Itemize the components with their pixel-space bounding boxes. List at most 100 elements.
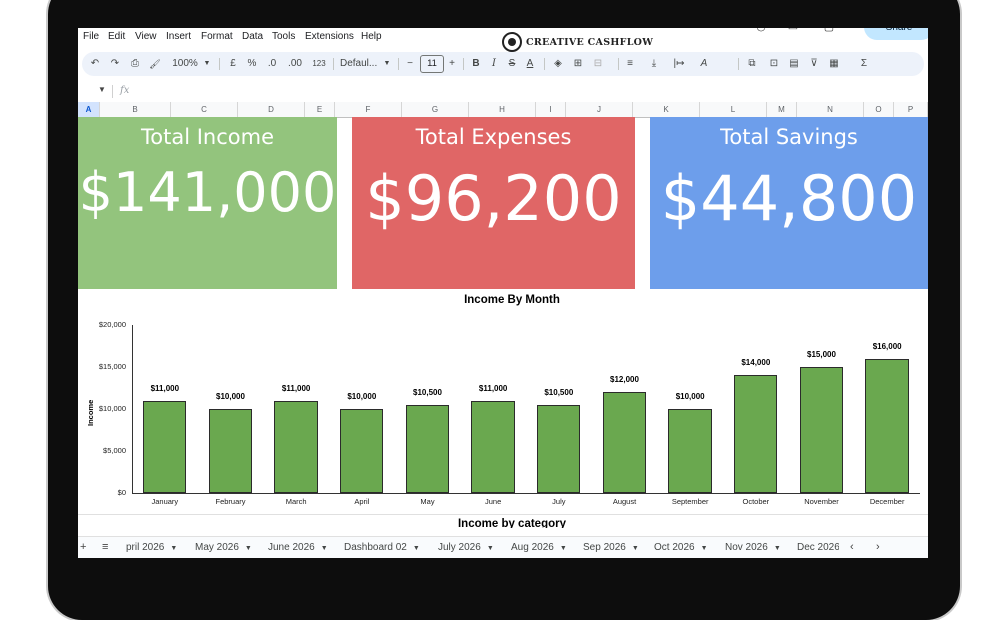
print-icon[interactable]: ⎙ [128,56,142,72]
chart-bar[interactable] [602,392,647,493]
meet-icon[interactable]: ▢ [822,28,836,34]
column-header-b[interactable]: B [100,102,171,117]
decrease-font-size-icon[interactable]: − [404,56,416,72]
column-header-o[interactable]: O [864,102,894,117]
x-axis-tick-label: May [420,497,435,506]
font-family-select[interactable]: Defaul... [340,56,382,72]
sheet-tab-dashboard-02[interactable]: Dashboard 02 ▼ [344,542,420,553]
sheet-tab-june-2026[interactable]: June 2026 ▼ [268,542,328,553]
menu-insert[interactable]: Insert [166,31,191,42]
menu-view[interactable]: View [135,31,157,42]
scroll-tabs-right-icon[interactable]: › [876,541,880,553]
horizontal-align-icon[interactable]: ≡ [624,56,636,72]
insert-chart-icon[interactable]: ▤ [788,56,800,72]
total-expenses-card[interactable]: Total Expenses $96,200 [352,117,635,289]
column-header-j[interactable]: J [566,102,633,117]
column-header-e[interactable]: E [305,102,335,117]
chart-bar[interactable] [405,404,450,493]
chart-bar[interactable] [340,409,384,493]
sheet-tab-sep-2026[interactable]: Sep 2026 ▼ [583,542,639,553]
menu-format[interactable]: Format [201,31,233,42]
zoom-chevron-down-icon[interactable]: ▼ [202,56,212,72]
undo-icon[interactable]: ↶ [88,56,102,72]
increase-decimal-button[interactable]: .00 [286,56,304,72]
column-header-a[interactable]: A [78,102,100,117]
strikethrough-button[interactable]: S [506,56,518,72]
currency-format-button[interactable]: £ [227,56,239,72]
share-button[interactable]: Share [864,28,928,40]
zoom-select[interactable]: 100% [170,56,200,72]
menu-edit[interactable]: Edit [108,31,125,42]
borders-icon[interactable]: ⊞ [572,56,584,72]
add-sheet-button[interactable]: + [80,541,86,553]
formula-bar: ▼ fx [78,82,928,103]
total-income-card[interactable]: Total Income $141,000 [78,117,337,289]
vertical-align-icon[interactable]: ⤓ [648,56,660,72]
chart-bar[interactable] [143,400,187,493]
number-format-button[interactable]: 123 [310,56,328,72]
scroll-tabs-left-icon[interactable]: ‹ [850,541,854,553]
font-chevron-down-icon[interactable]: ▼ [382,56,392,72]
sheet-tab-dec-2026[interactable]: Dec 2026 [797,542,839,553]
sheet-tab-aug-2026[interactable]: Aug 2026 ▼ [511,542,567,553]
decrease-decimal-button[interactable]: .0 [264,56,280,72]
insert-link-icon[interactable]: ⧉ [746,56,758,72]
font-size-input[interactable]: 11 [420,55,444,73]
percent-format-button[interactable]: % [246,56,258,72]
menu-help[interactable]: Help [361,31,382,42]
menu-data[interactable]: Data [242,31,263,42]
filter-icon[interactable]: ⊽ [808,56,820,72]
sheet-tab-april-2026[interactable]: pril 2026 ▼ [126,542,177,553]
insert-comment-icon[interactable]: ⊡ [768,56,780,72]
total-savings-card[interactable]: Total Savings $44,800 [650,117,928,289]
chart-bar[interactable] [799,367,844,493]
menu-extensions[interactable]: Extensions [305,31,354,42]
menu-tools[interactable]: Tools [272,31,295,42]
text-color-icon[interactable]: A [524,56,536,72]
increase-font-size-icon[interactable]: + [446,56,458,72]
all-sheets-icon[interactable]: ≡ [102,541,108,553]
menu-file[interactable]: File [83,31,99,42]
comments-icon[interactable]: ▭ [786,28,800,34]
income-by-month-chart[interactable]: $0 $5,000 $10,000 $15,000 $20,000 Income $11,0… [78,314,928,514]
sheet-tab-may-2026[interactable]: May 2026 ▼ [195,542,252,553]
history-icon[interactable]: ◷ [754,28,768,34]
paint-format-icon[interactable]: 🖌 [148,56,162,72]
redo-icon[interactable]: ↷ [108,56,122,72]
column-header-p[interactable]: P [894,102,928,117]
y-axis-tick-label: $5,000 [103,446,126,455]
column-header-l[interactable]: L [700,102,767,117]
chart-bar[interactable] [668,409,712,493]
y-axis-line [132,325,133,493]
fill-color-icon[interactable]: ◈ [552,56,564,72]
chart-bar[interactable] [471,400,515,493]
column-header-c[interactable]: C [171,102,238,117]
sheet-tab-oct-2026[interactable]: Oct 2026 ▼ [654,542,708,553]
text-wrapping-icon[interactable]: |↦ [672,56,686,72]
functions-icon[interactable]: Σ [858,56,870,72]
filter-views-icon[interactable]: ▦ [828,56,840,72]
brand-logo-lockup: CREATIVE CASHFLOW [502,30,653,54]
chart-bar[interactable] [208,409,253,493]
chart-bar[interactable] [865,358,909,493]
column-header-n[interactable]: N [797,102,864,117]
column-header-d[interactable]: D [238,102,305,117]
column-header-g[interactable]: G [402,102,469,117]
bold-button[interactable]: B [470,56,482,72]
column-header-m[interactable]: M [767,102,797,117]
italic-button[interactable]: I [488,56,500,72]
sheet-tab-july-2026[interactable]: July 2026 ▼ [438,542,494,553]
column-header-k[interactable]: K [633,102,700,117]
total-expenses-title: Total Expenses [415,125,572,149]
column-header-h[interactable]: H [469,102,536,117]
name-box-chevron-down-icon[interactable]: ▼ [98,85,106,94]
chart-bar[interactable] [734,375,778,493]
column-header-i[interactable]: I [536,102,566,117]
text-rotation-icon[interactable]: A [698,56,710,72]
chart-bar[interactable] [537,404,581,493]
column-header-f[interactable]: F [335,102,402,117]
x-axis-tick-label: June [485,497,502,506]
sheet-tab-nov-2026[interactable]: Nov 2026 ▼ [725,542,781,553]
merge-cells-icon[interactable]: ⊟ [592,56,604,72]
chart-bar[interactable] [274,400,318,493]
